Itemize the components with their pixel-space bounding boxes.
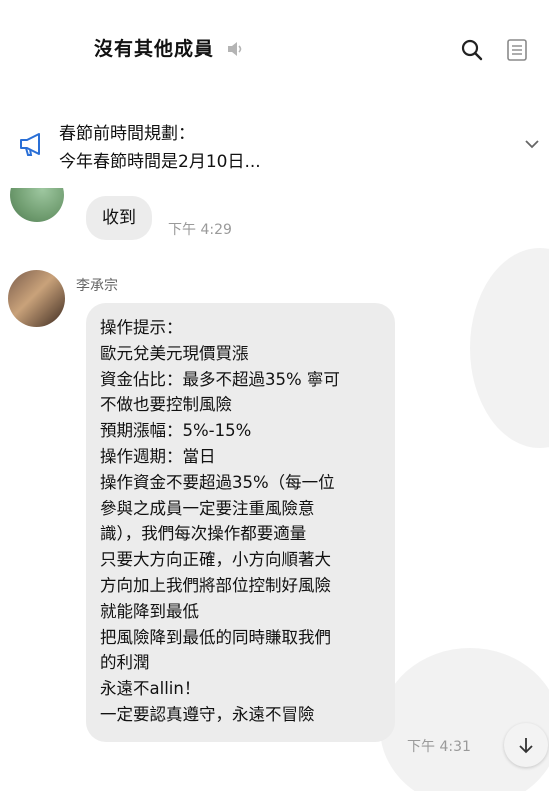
message-line: 識），我們每次操作都要適量 (100, 524, 307, 544)
watermark-shape (380, 648, 549, 791)
chevron-down-icon[interactable] (522, 134, 542, 154)
message-line: 操作週期：當日 (100, 446, 216, 466)
megaphone-icon (20, 133, 40, 156)
chat-title: 沒有其他成員 (94, 38, 215, 60)
announcement-title: 春節前時間規劃： (59, 124, 195, 144)
arrow-down-icon (519, 738, 533, 754)
chat-header: 沒有其他成員 (0, 0, 549, 100)
announcement-bar[interactable]: 春節前時間規劃： 今年春節時間是2月10日... (0, 100, 549, 189)
message-line: 參與之成員一定要注重風險意 (100, 498, 315, 518)
message-line: 不做也要控制風險 (100, 395, 232, 415)
message-line: 的利潤 (100, 653, 150, 673)
message-line: 把風險降到最低的同時賺取我們 (100, 627, 331, 647)
announcement-body: 今年春節時間是2月10日... (59, 152, 261, 172)
message-line: 預期漲幅：5%-15% (100, 421, 252, 441)
message-time: 下午 4:29 (168, 222, 232, 238)
message-line: 歐元兌美元現價買漲 (100, 343, 249, 363)
message-line: 永遠不allin！ (100, 679, 201, 699)
message-line: 操作資金不要超過35%（每一位 (100, 472, 335, 492)
message-time: 下午 4:31 (407, 739, 471, 755)
message-text: 操作提示： 歐元兌美元現價買漲 資金佔比：最多不超過35% 寧可 不做也要控制風… (100, 315, 390, 728)
message-line: 就能降到最低 (100, 601, 199, 621)
notes-icon[interactable] (506, 38, 528, 62)
message-line: 只要大方向正確，小方向順著大 (100, 550, 331, 570)
avatar[interactable] (8, 270, 65, 327)
message-line: 方向加上我們將部位控制好風險 (100, 575, 331, 595)
message-line: 資金佔比：最多不超過35% 寧可 (100, 369, 340, 389)
chat-area[interactable]: 收到 下午 4:29 李承宗 操作提示： 歐元兌美元現價買漲 資金佔比：最多不超… (0, 188, 549, 791)
message-bubble: 收到 (86, 196, 152, 240)
message-line: 一定要認真遵守，永遠不冒險 (100, 704, 315, 724)
scroll-to-bottom-button[interactable] (504, 723, 548, 767)
sender-name: 李承宗 (76, 278, 118, 294)
message-line: 操作提示： (100, 318, 183, 337)
watermark-shape (470, 248, 549, 448)
speaker-muted-icon (228, 42, 242, 56)
search-icon[interactable] (460, 38, 484, 62)
avatar[interactable] (10, 188, 64, 222)
